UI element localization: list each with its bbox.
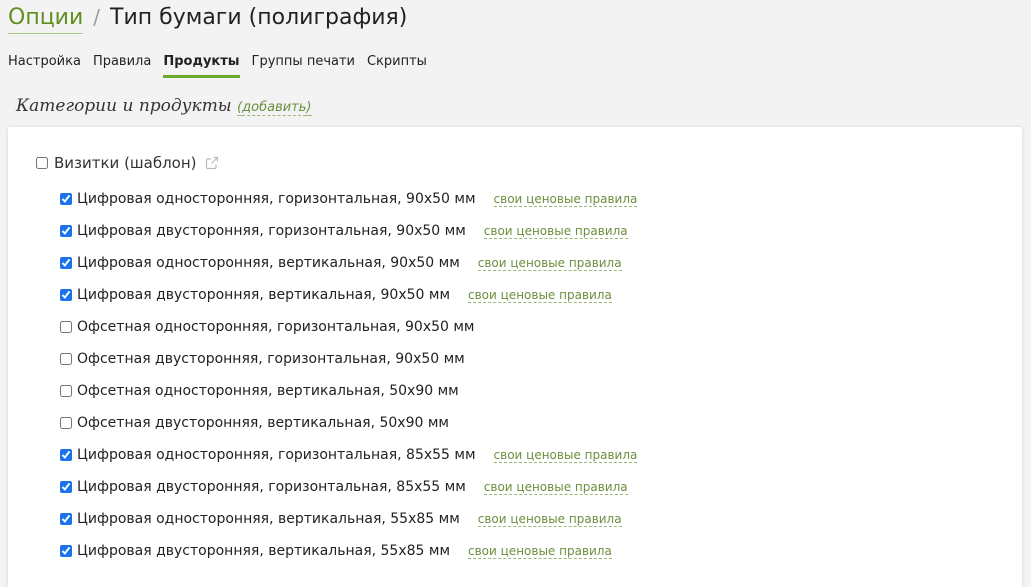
product-checkbox[interactable] (60, 289, 72, 301)
product-label: Цифровая двусторонняя, горизонтальная, 8… (77, 479, 466, 495)
product-list: Цифровая односторонняя, горизонтальная, … (60, 183, 638, 567)
price-rules-link[interactable]: свои ценовые правила (483, 224, 628, 239)
product-checkbox[interactable] (60, 417, 72, 429)
product-checkbox[interactable] (60, 321, 72, 333)
product-item: Цифровая односторонняя, горизонтальная, … (60, 439, 638, 471)
product-checkbox[interactable] (60, 353, 72, 365)
product-item: Цифровая односторонняя, вертикальная, 55… (60, 503, 637, 535)
product-item: Цифровая односторонняя, вертикальная, 90… (60, 247, 637, 279)
product-label: Цифровая односторонняя, вертикальная, 90… (77, 255, 460, 271)
product-label: Цифровая односторонняя, горизонтальная, … (77, 191, 476, 207)
breadcrumb-separator: / (93, 5, 101, 29)
product-checkbox[interactable] (60, 545, 72, 557)
product-checkbox[interactable] (60, 481, 72, 493)
product-item: Цифровая односторонняя, горизонтальная, … (60, 183, 638, 215)
product-checkbox[interactable] (60, 193, 72, 205)
product-label: Цифровая односторонняя, вертикальная, 55… (77, 511, 460, 527)
tab-bar: Настройка Правила Продукты Группы печати… (8, 54, 439, 78)
product-item: Офсетная односторонняя, вертикальная, 50… (60, 375, 637, 407)
products-panel: Визитки (шаблон) Цифровая односторонняя,… (8, 127, 1022, 587)
product-checkbox[interactable] (60, 225, 72, 237)
price-rules-link[interactable]: свои ценовые правила (477, 512, 622, 527)
product-label: Цифровая двусторонняя, вертикальная, 55x… (77, 543, 451, 559)
product-checkbox[interactable] (60, 257, 72, 269)
external-link-icon[interactable] (205, 156, 219, 170)
product-checkbox[interactable] (60, 449, 72, 461)
product-item: Офсетная односторонняя, горизонтальная, … (60, 311, 637, 343)
category-label: Визитки (шаблон) (54, 154, 197, 172)
tab-settings[interactable]: Настройка (8, 54, 81, 78)
add-category-link[interactable]: добавить (242, 100, 307, 116)
section-title: Категории и продукты (16, 96, 232, 116)
breadcrumb: Опции / Тип бумаги (полиграфия) (8, 2, 407, 34)
price-rules-link[interactable]: свои ценовые правила (468, 288, 612, 303)
product-label: Офсетная двусторонняя, вертикальная, 50x… (77, 415, 449, 431)
breadcrumb-options-link[interactable]: Опции (8, 3, 84, 34)
product-label: Цифровая односторонняя, горизонтальная, … (77, 447, 476, 463)
product-item: Цифровая двусторонняя, вертикальная, 90x… (60, 279, 637, 311)
tab-scripts[interactable]: Скрипты (367, 54, 427, 78)
price-rules-link[interactable]: свои ценовые правила (477, 256, 622, 271)
price-rules-link[interactable]: свои ценовые правила (493, 448, 638, 463)
product-label: Офсетная односторонняя, вертикальная, 50… (77, 383, 459, 399)
product-label: Цифровая двусторонняя, горизонтальная, 9… (77, 223, 466, 239)
product-item: Офсетная двусторонняя, горизонтальная, 9… (60, 343, 637, 375)
tab-products[interactable]: Продукты (163, 54, 240, 78)
section-heading: Категории и продукты (добавить) (16, 96, 312, 116)
price-rules-link[interactable]: свои ценовые правила (468, 544, 612, 559)
add-paren-close: ) (306, 100, 312, 116)
tab-rules[interactable]: Правила (93, 54, 151, 78)
product-item: Офсетная двусторонняя, вертикальная, 50x… (60, 407, 637, 439)
category-business-cards[interactable]: Визитки (шаблон) (36, 154, 219, 172)
page-title: Тип бумаги (полиграфия) (110, 5, 408, 30)
product-item: Цифровая двусторонняя, горизонтальная, 9… (60, 215, 637, 247)
category-checkbox[interactable] (36, 157, 48, 169)
product-checkbox[interactable] (60, 385, 72, 397)
product-item: Цифровая двусторонняя, вертикальная, 55x… (60, 535, 637, 567)
product-label: Офсетная односторонняя, горизонтальная, … (77, 319, 475, 335)
product-checkbox[interactable] (60, 513, 72, 525)
price-rules-link[interactable]: свои ценовые правила (483, 480, 628, 495)
tab-print-groups[interactable]: Группы печати (252, 54, 355, 78)
price-rules-link[interactable]: свои ценовые правила (493, 192, 638, 207)
product-label: Цифровая двусторонняя, вертикальная, 90x… (77, 287, 451, 303)
product-item: Цифровая двусторонняя, горизонтальная, 8… (60, 471, 637, 503)
product-label: Офсетная двусторонняя, горизонтальная, 9… (77, 351, 465, 367)
